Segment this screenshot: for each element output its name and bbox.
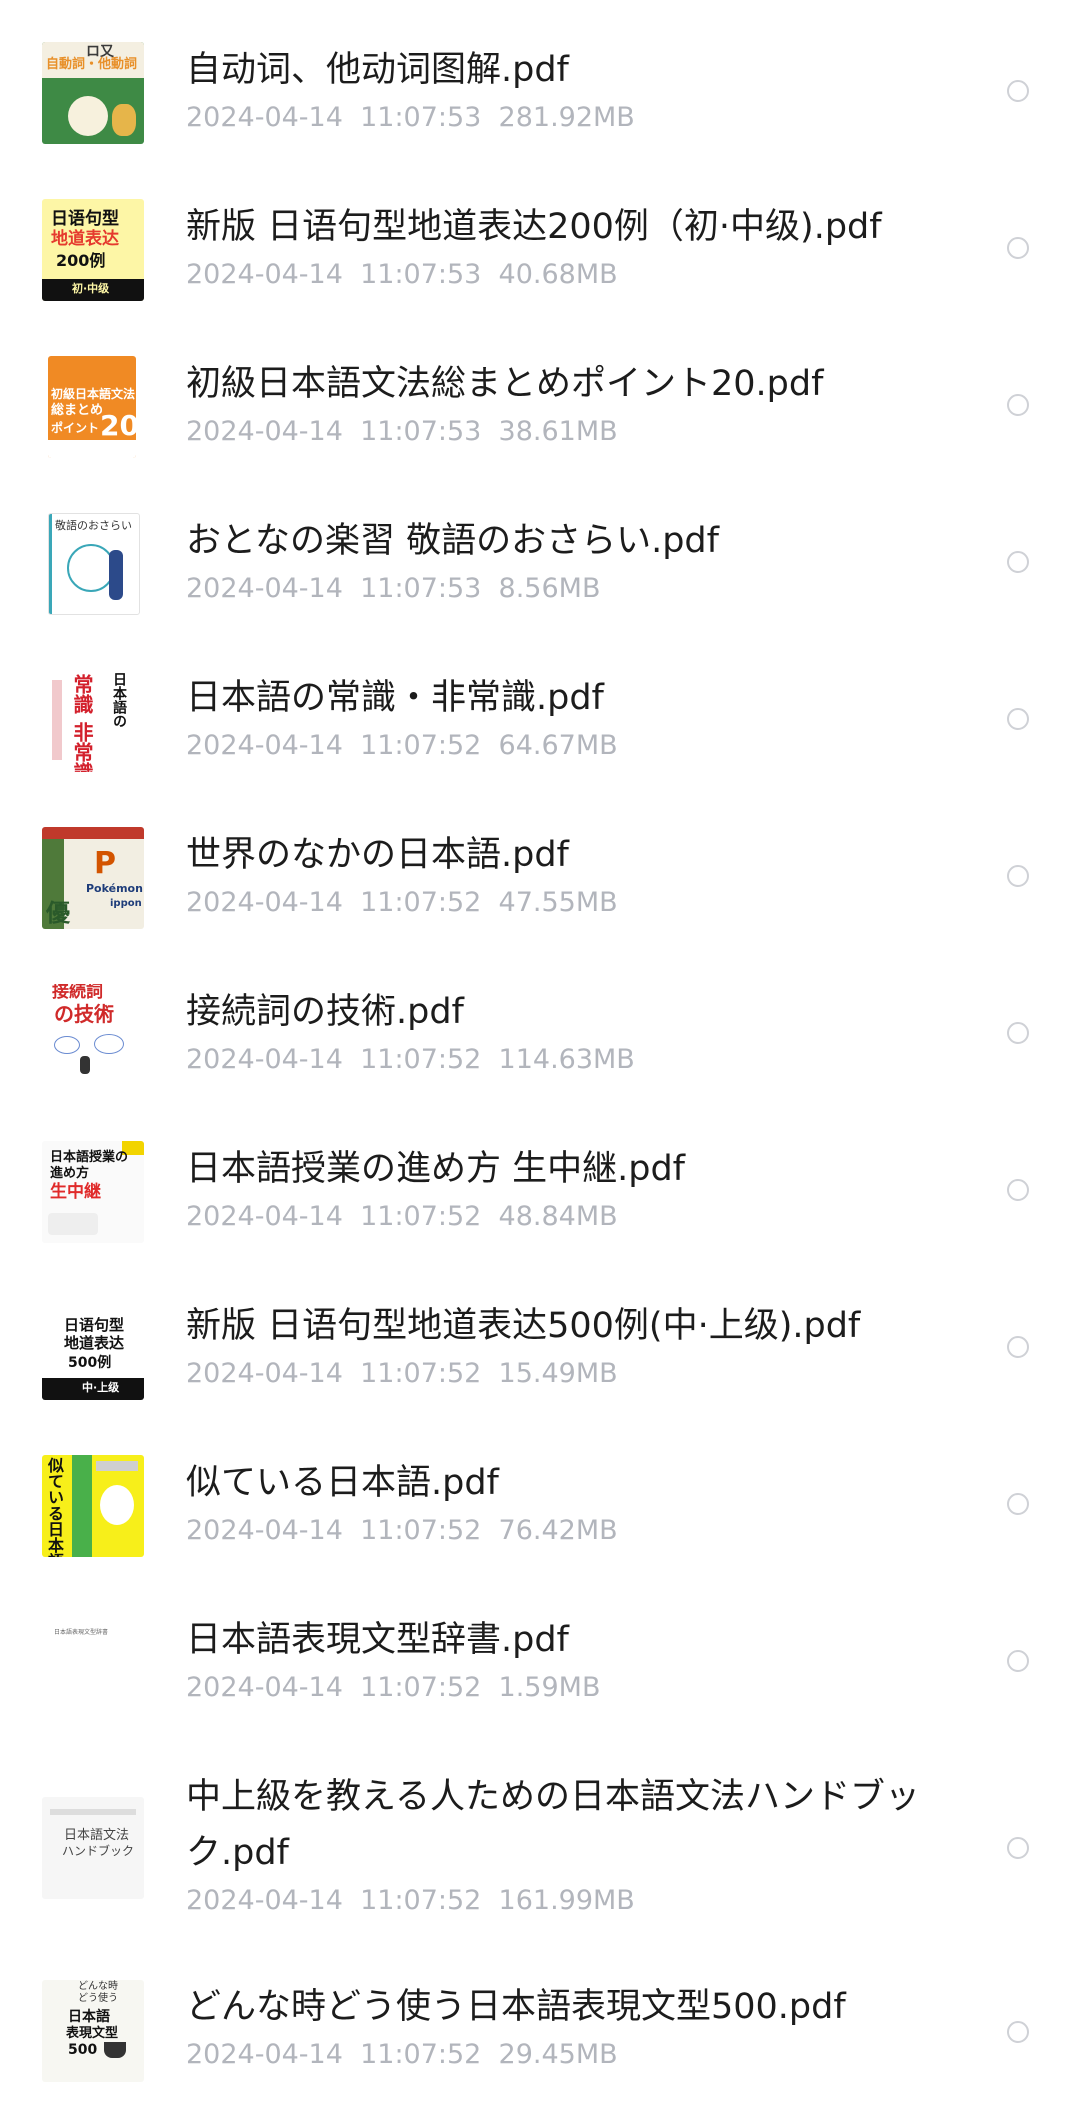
file-name: 中上級を教える人ための日本語文法ハンドブック.pdf <box>186 1777 920 1873</box>
book-cover-icon: 初級日本語文法 総まとめ ポイント 20 <box>48 356 136 458</box>
file-meta: 2024-04-14 11:07:52 15.49MB <box>186 1358 618 1389</box>
file-meta: 2024-04-14 11:07:53 38.61MB <box>186 416 618 447</box>
select-radio[interactable] <box>1007 551 1029 573</box>
select-radio[interactable] <box>1007 394 1029 416</box>
book-cover-icon: 日语句型 地道表达 500例 中·上级 <box>42 1298 144 1400</box>
file-name: 日本語の常識・非常識.pdf <box>186 678 604 718</box>
select-radio[interactable] <box>1007 865 1029 887</box>
file-meta: 2024-04-14 11:07:52 114.63MB <box>186 1044 635 1075</box>
file-meta: 2024-04-14 11:07:52 1.59MB <box>186 1672 601 1703</box>
book-cover-icon: 日本語文法 ハンドブック <box>42 1797 144 1899</box>
file-meta: 2024-04-14 11:07:53 40.68MB <box>186 259 618 290</box>
file-name: 新版 日语句型地道表达500例(中·上级).pdf <box>186 1306 861 1346</box>
book-cover-icon: 日本語の 常識 非常識 <box>50 670 136 772</box>
select-radio[interactable] <box>1007 708 1029 730</box>
file-name: 似ている日本語.pdf <box>186 1463 499 1503</box>
file-meta: 2024-04-14 11:07:53 281.92MB <box>186 102 635 133</box>
book-cover-icon: 日语句型 地道表达 200例 初·中级 <box>42 199 144 301</box>
book-cover-icon: 日本語授業の 進め方 生中継 <box>42 1141 144 1243</box>
select-radio[interactable] <box>1007 2021 1029 2043</box>
file-meta: 2024-04-14 11:07:52 161.99MB <box>186 1885 635 1916</box>
book-cover-icon: 接続詞 の技術 <box>42 984 144 1086</box>
file-meta: 2024-04-14 11:07:52 76.42MB <box>186 1515 618 1546</box>
file-name: 日本語表現文型辞書.pdf <box>186 1620 569 1660</box>
file-row[interactable]: 敬語のおさらい おとなの楽習 敬語のおさらい.pdf 2024-04-14 11… <box>0 471 1080 628</box>
select-radio[interactable] <box>1007 1650 1029 1672</box>
select-radio[interactable] <box>1007 237 1029 259</box>
book-cover-icon: 敬語のおさらい <box>48 513 140 615</box>
file-row[interactable]: どんな時 どう使う 日本語 表現文型 500 どんな時どう使う日本語表現文型50… <box>0 1940 1080 2111</box>
file-row[interactable]: P Pokémon ippon 優 世界のなかの日本語.pdf 2024-04-… <box>0 785 1080 942</box>
select-radio[interactable] <box>1007 1837 1029 1859</box>
file-meta: 2024-04-14 11:07:52 29.45MB <box>186 2039 618 2070</box>
select-radio[interactable] <box>1007 1179 1029 1201</box>
file-row[interactable]: ロ又 自動詞・他動詞 自动词、他动词图解.pdf 2024-04-14 11:0… <box>0 0 1080 157</box>
book-cover-icon: どんな時 どう使う 日本語 表現文型 500 <box>42 1980 144 2082</box>
select-radio[interactable] <box>1007 80 1029 102</box>
file-row[interactable]: 日本語授業の 進め方 生中継 日本語授業の進め方 生中継.pdf 2024-04… <box>0 1099 1080 1256</box>
file-name: どんな時どう使う日本語表現文型500.pdf <box>186 1987 846 2027</box>
select-radio[interactable] <box>1007 1022 1029 1044</box>
file-row[interactable]: 日本語表現文型辞書 日本語表現文型辞書.pdf 2024-04-14 11:07… <box>0 1570 1080 1727</box>
file-row[interactable]: 日本語の 常識 非常識 日本語の常識・非常識.pdf 2024-04-14 11… <box>0 628 1080 785</box>
file-name: 接続詞の技術.pdf <box>186 992 464 1032</box>
file-name: 自动词、他动词图解.pdf <box>186 50 569 90</box>
file-meta: 2024-04-14 11:07:52 48.84MB <box>186 1201 618 1232</box>
file-meta: 2024-04-14 11:07:53 8.56MB <box>186 573 601 604</box>
select-radio[interactable] <box>1007 1336 1029 1358</box>
book-cover-icon: ロ又 自動詞・他動詞 <box>42 42 144 144</box>
file-row[interactable]: 日语句型 地道表达 200例 初·中级 新版 日语句型地道表达200例（初·中级… <box>0 157 1080 314</box>
file-list: ロ又 自動詞・他動詞 自动词、他动词图解.pdf 2024-04-14 11:0… <box>0 0 1080 2111</box>
file-name: 新版 日语句型地道表达200例（初·中级).pdf <box>186 207 882 247</box>
file-row[interactable]: 初級日本語文法 総まとめ ポイント 20 初級日本語文法総まとめポイント20.p… <box>0 314 1080 471</box>
file-name: 初級日本語文法総まとめポイント20.pdf <box>186 364 824 404</box>
book-cover-icon: P Pokémon ippon 優 <box>42 827 144 929</box>
file-row[interactable]: 日本語文法 ハンドブック 中上級を教える人ための日本語文法ハンドブック.pdf … <box>0 1727 1080 1940</box>
file-name: 日本語授業の進め方 生中継.pdf <box>186 1149 686 1189</box>
select-radio[interactable] <box>1007 1493 1029 1515</box>
file-row[interactable]: 似ている日本語 似ている日本語.pdf 2024-04-14 11:07:52 … <box>0 1413 1080 1570</box>
file-row[interactable]: 日语句型 地道表达 500例 中·上级 新版 日语句型地道表达500例(中·上级… <box>0 1256 1080 1413</box>
book-cover-icon: 似ている日本語 <box>42 1455 144 1557</box>
file-meta: 2024-04-14 11:07:52 47.55MB <box>186 887 618 918</box>
book-cover-icon: 日本語表現文型辞書 <box>42 1612 144 1714</box>
file-row[interactable]: 接続詞 の技術 接続詞の技術.pdf 2024-04-14 11:07:52 1… <box>0 942 1080 1099</box>
file-name: 世界のなかの日本語.pdf <box>186 835 569 875</box>
file-meta: 2024-04-14 11:07:52 64.67MB <box>186 730 618 761</box>
file-name: おとなの楽習 敬語のおさらい.pdf <box>186 521 719 561</box>
